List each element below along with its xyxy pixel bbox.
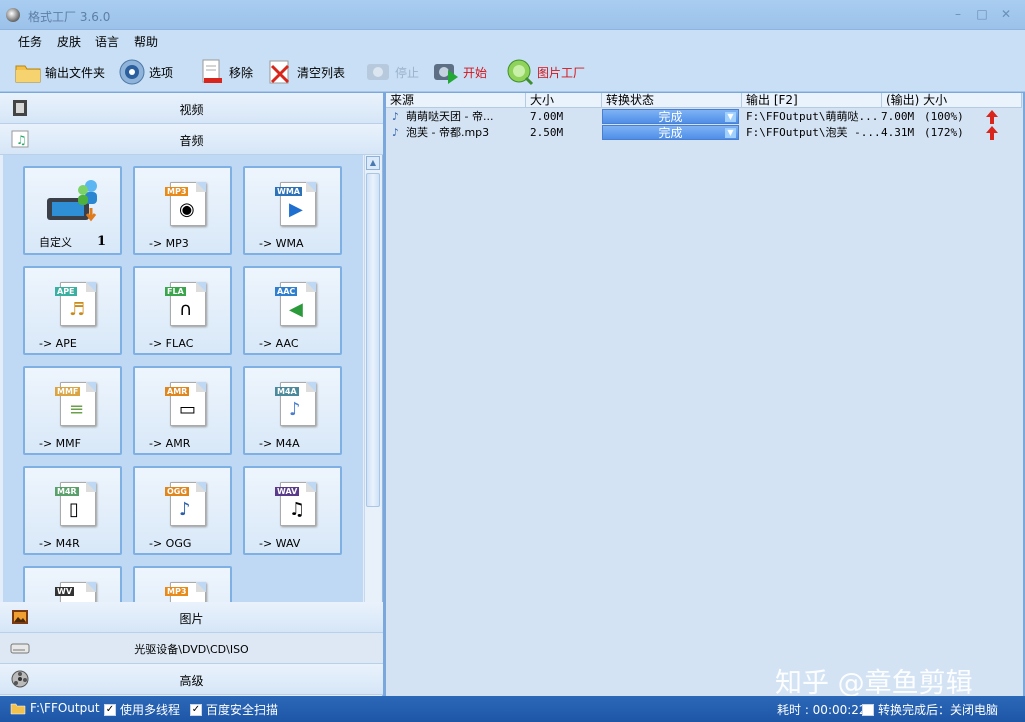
- start-icon: [434, 64, 458, 84]
- column-source[interactable]: 来源: [386, 93, 526, 108]
- format-tile-m4r[interactable]: M4R ▯ -> M4R: [23, 466, 122, 555]
- column-output[interactable]: 输出 [F2]: [742, 93, 882, 108]
- format-tile-mp3[interactable]: MP3 ◉ -> MP3: [133, 166, 232, 255]
- custom-profile-icon: [47, 180, 97, 222]
- remove-button[interactable]: 移除: [198, 56, 253, 88]
- play-disc-icon: ▶: [289, 199, 303, 220]
- stop-icon: [367, 64, 389, 80]
- stop-button[interactable]: 停止: [364, 56, 419, 88]
- column-output-size[interactable]: (输出) 大小: [882, 93, 1022, 108]
- folder-icon: [15, 65, 41, 83]
- category-video[interactable]: 视频: [0, 93, 383, 124]
- baidu-scan-checkbox[interactable]: ✓ 百度安全扫描: [190, 701, 278, 718]
- task-list: 来源 大小 转换状态 输出 [F2] (输出) 大小 ♪ 萌萌哒天团 - 帝..…: [386, 93, 1023, 696]
- format-tile-ogg[interactable]: OGG ♪ -> OGG: [133, 466, 232, 555]
- category-audio[interactable]: ♫ 音频: [0, 124, 383, 155]
- column-size[interactable]: 大小: [526, 93, 602, 108]
- multithread-checkbox[interactable]: ✓ 使用多线程: [104, 701, 180, 718]
- category-picture[interactable]: 图片: [0, 602, 383, 633]
- check-icon: ✓: [104, 703, 116, 716]
- menu-help[interactable]: 帮助: [134, 33, 158, 50]
- picture-factory-icon: [507, 59, 534, 86]
- clear-list-button[interactable]: 清空列表: [266, 56, 345, 88]
- scroll-thumb[interactable]: [366, 173, 380, 507]
- title-bar: 格式工厂 3.6.0 – □ ✕: [0, 0, 1025, 30]
- format-tile-custom[interactable]: 自定义 1: [23, 166, 122, 255]
- column-status[interactable]: 转换状态: [602, 93, 742, 108]
- move-up-arrow-icon[interactable]: [986, 126, 998, 140]
- elapsed-time: 耗时 : 00:00:22: [777, 703, 867, 717]
- music-notes-icon: ♫: [289, 499, 306, 520]
- check-icon: ✓: [190, 703, 202, 716]
- headphones-icon: ∩: [179, 299, 193, 320]
- folder-icon: [10, 703, 26, 715]
- format-tile-aac[interactable]: AAC ◀ -> AAC: [243, 266, 342, 355]
- start-button[interactable]: 开始: [432, 56, 487, 88]
- format-tile-wav[interactable]: WAV ♫ -> WAV: [243, 466, 342, 555]
- document-lines-icon: ≡: [69, 399, 85, 420]
- music-disc-icon: ♪: [289, 399, 301, 420]
- gear-icon: [119, 59, 145, 85]
- format-tile-flac[interactable]: FLA ∩ -> FLAC: [133, 266, 232, 355]
- category-panel: 视频 ♫ 音频 自定义 1 MP3 ◉ -> MP3 WMA ▶ -> WMA AP…: [0, 93, 383, 696]
- music-file-icon: ♪: [392, 110, 399, 123]
- format-tile-mmf[interactable]: MMF ≡ -> MMF: [23, 366, 122, 455]
- menu-language[interactable]: 语言: [95, 33, 119, 50]
- music-file-icon: ♪: [392, 126, 399, 139]
- format-tile-wma[interactable]: WMA ▶ -> WMA: [243, 166, 342, 255]
- maximize-button[interactable]: □: [974, 7, 990, 21]
- status-badge[interactable]: 完成 ▼: [602, 125, 739, 140]
- output-folder-button[interactable]: 输出文件夹: [14, 56, 105, 88]
- dropdown-icon[interactable]: ▼: [725, 112, 736, 122]
- watermark: 知乎 @章鱼剪辑: [775, 668, 973, 699]
- shutdown-checkbox[interactable]: 转换完成后：关闭电脑: [862, 701, 998, 718]
- window-title: 格式工厂 3.6.0: [28, 10, 111, 24]
- status-badge[interactable]: 完成 ▼: [602, 109, 739, 124]
- headphones-icon: ♬: [69, 299, 86, 320]
- phone-icon: ▯: [69, 499, 79, 520]
- format-tile-m4a[interactable]: M4A ♪ -> M4A: [243, 366, 342, 455]
- category-advanced[interactable]: 高级: [0, 664, 383, 695]
- dropdown-icon[interactable]: ▼: [725, 128, 736, 138]
- move-up-arrow-icon[interactable]: [986, 110, 998, 124]
- menu-skin[interactable]: 皮肤: [57, 33, 81, 50]
- device-icon: ▭: [179, 399, 197, 420]
- category-rom-device[interactable]: 光驱设备\DVD\CD\ISO: [0, 633, 383, 664]
- menu-task[interactable]: 任务: [18, 33, 42, 50]
- speaker-icon: ◀: [289, 299, 303, 320]
- minimize-button[interactable]: –: [950, 7, 966, 21]
- format-tile-amr[interactable]: AMR ▭ -> AMR: [133, 366, 232, 455]
- status-bar: F:\FFOutput ✓ 使用多线程 ✓ 百度安全扫描 耗时 : 00:00:…: [0, 696, 1025, 722]
- picture-factory-button[interactable]: 图片工厂: [506, 56, 585, 88]
- speaker-icon: ◉: [179, 199, 195, 220]
- close-button[interactable]: ✕: [998, 7, 1014, 21]
- output-path[interactable]: F:\FFOutput: [10, 701, 100, 715]
- music-note-icon: ♪: [179, 499, 191, 520]
- options-button[interactable]: 选项: [118, 56, 173, 88]
- menu-bar: 任务 皮肤 语言 帮助: [0, 30, 1025, 52]
- app-icon: [6, 8, 20, 22]
- format-tile-ape[interactable]: APE ♬ -> APE: [23, 266, 122, 355]
- scroll-up-icon[interactable]: ▲: [366, 156, 380, 170]
- remove-document-icon: [202, 59, 222, 83]
- toolbar: 输出文件夹 选项 移除 清空列表 停止 开始 图片工厂: [0, 52, 1025, 92]
- clear-list-icon: [269, 60, 290, 84]
